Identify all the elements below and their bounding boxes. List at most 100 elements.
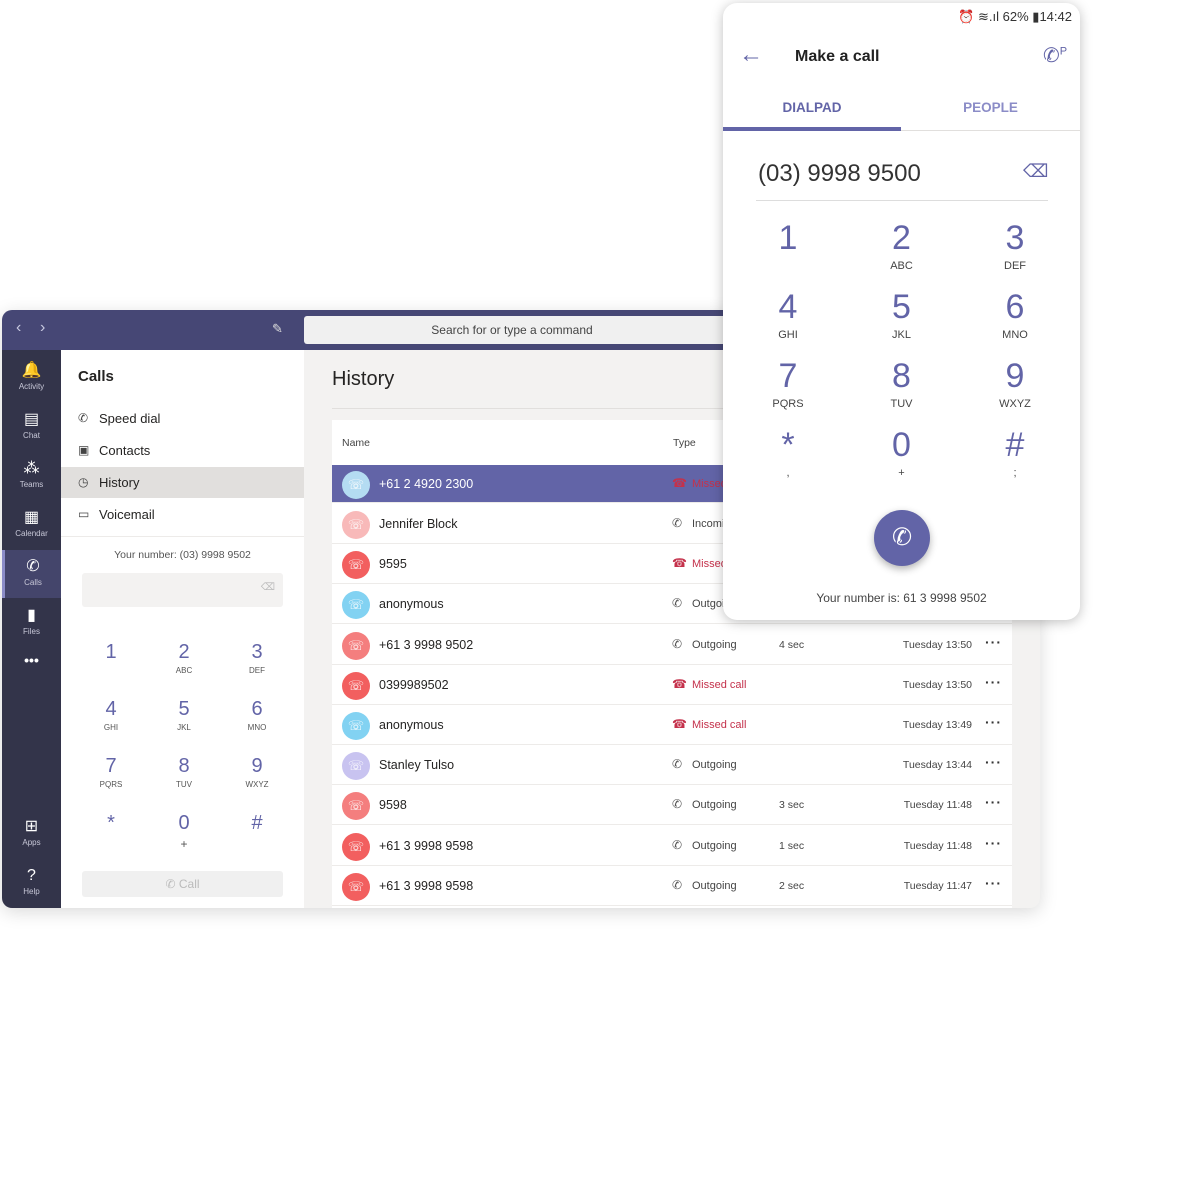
avatar: ☏	[342, 631, 370, 660]
phone-dialpad-key-6[interactable]: 7 PQRS	[748, 356, 828, 410]
call-button[interactable]: ✆ Call	[82, 871, 283, 897]
dialpad-key-8[interactable]: 9 WXYZ	[227, 754, 287, 789]
rail-item-calls[interactable]: ✆ Calls	[2, 550, 61, 598]
bell-icon: 🔔	[21, 362, 42, 379]
phone-dialpad-key-5[interactable]: 6 MNO	[975, 287, 1055, 341]
avatar: ☏	[342, 551, 370, 580]
table-row[interactable]: ☏ 9598 ✆ Outgoing 3 sec Tuesday 11:48 ··…	[332, 786, 1012, 826]
table-row[interactable]: ☏ +61 3 9998 9598 ✆ Outgoing 1 sec Tuesd…	[332, 826, 1012, 866]
backspace-icon[interactable]: ⌫	[1023, 161, 1048, 182]
dialpad-key-5[interactable]: 6 MNO	[227, 697, 287, 732]
avatar: ☏	[342, 471, 370, 499]
call-duration: 1 sec	[779, 839, 805, 852]
call-time: Tuesday 11:48	[903, 839, 972, 852]
dialed-number[interactable]: (03) 9998 9500	[758, 160, 921, 188]
more-options-button[interactable]: ···	[985, 835, 1002, 851]
missed-call-icon: ☎	[672, 717, 687, 731]
panel-item-history[interactable]: ◷ History	[61, 467, 304, 498]
call-type: Outgoing	[692, 839, 737, 852]
chat-icon: ▤	[23, 411, 40, 428]
phone-dialpad-key-7[interactable]: 8 TUV	[862, 356, 942, 410]
phone-dialpad-key-3[interactable]: 4 GHI	[748, 287, 828, 341]
phone-dialpad-key-11[interactable]: #;	[975, 425, 1055, 479]
dialpad-key-9[interactable]: *	[81, 811, 141, 837]
teams-icon: ⁂	[23, 460, 40, 477]
forward-button[interactable]: ›	[40, 319, 45, 337]
dialpad-key-10[interactable]: 0 +	[154, 811, 214, 851]
rail-item-chat[interactable]: ▤ Chat	[2, 403, 61, 451]
more-options-button[interactable]: ···	[985, 674, 1002, 690]
dialpad-key-11[interactable]: #	[227, 811, 287, 837]
more-options-button[interactable]: ···	[985, 754, 1002, 770]
avatar: ☏	[342, 832, 370, 861]
caller-name: +61 3 9998 9598	[379, 878, 474, 893]
more-apps-button[interactable]: •••	[2, 652, 61, 668]
more-options-button[interactable]: ···	[985, 634, 1002, 650]
call-duration: 4 sec	[779, 638, 805, 651]
mobile-phone: ⏰ ≋.ıl 62% ▮14:42 ← Make a call ✆P DIALP…	[723, 3, 1080, 620]
call-button[interactable]: ✆	[874, 510, 930, 566]
phone-dialpad-key-8[interactable]: 9 WXYZ	[975, 356, 1055, 410]
compose-icon[interactable]: ✎	[272, 321, 283, 337]
dialpad-key-7[interactable]: 8 TUV	[154, 754, 214, 789]
tab-people[interactable]: PEOPLE	[901, 93, 1080, 131]
rail-item-apps[interactable]: ⊞ Apps	[2, 810, 61, 858]
table-row[interactable]: ☏ Stanley Tulso ✆ Outgoing Tuesday 13:44…	[332, 746, 1012, 786]
panel-item-speed-dial[interactable]: ✆ Speed dial	[61, 403, 304, 434]
column-header-name[interactable]: Name	[342, 437, 370, 449]
more-options-button[interactable]: ···	[985, 714, 1002, 730]
dialpad-key-4[interactable]: 5 JKL	[154, 697, 214, 732]
voicemail-icon: ▭	[78, 507, 90, 521]
table-row[interactable]: ☏ anonymous ☎ Missed call Tuesday 13:49 …	[332, 706, 1012, 745]
signal-icon: .ıl	[988, 9, 1000, 24]
dialpad-key-0[interactable]: 1	[81, 640, 141, 666]
column-header-type[interactable]: Type	[673, 437, 696, 449]
more-options-button[interactable]: ···	[985, 875, 1002, 891]
rail-item-files[interactable]: ▮ Files	[2, 599, 61, 647]
table-row[interactable]: ☏ +61 3 9998 9598 ✆ Outgoing 2 sec Tuesd…	[332, 866, 1012, 906]
caller-name: anonymous	[379, 597, 444, 612]
tab-dialpad[interactable]: DIALPAD	[723, 93, 901, 131]
phone-dialpad-key-1[interactable]: 2 ABC	[862, 218, 942, 272]
dialpad-key-1[interactable]: 2 ABC	[154, 640, 214, 675]
phone-title: Make a call	[795, 48, 880, 65]
panel-item-contacts[interactable]: ▣ Contacts	[61, 435, 304, 466]
phone-dialpad-key-4[interactable]: 5 JKL	[862, 287, 942, 341]
phone-icon: ✆	[891, 524, 913, 551]
dialpad-key-2[interactable]: 3 DEF	[227, 640, 287, 675]
avatar: ☏	[342, 591, 370, 620]
call-duration: 3 sec	[779, 799, 805, 812]
caller-name: +61 3 9998 9598	[379, 838, 474, 853]
phone-dialpad-key-2[interactable]: 3 DEF	[975, 218, 1055, 272]
outgoing-call-icon: ✆	[672, 636, 683, 651]
call-type: Missed call	[692, 678, 747, 691]
outgoing-call-icon: ✆	[672, 596, 683, 611]
phone-icon: ✆	[26, 558, 40, 575]
call-time: Tuesday 11:47	[903, 879, 972, 892]
caller-name: 0399989502	[379, 677, 449, 692]
rail-item-activity[interactable]: 🔔 Activity	[2, 354, 61, 402]
phone-dialpad-key-9[interactable]: *,	[748, 425, 828, 479]
backspace-icon[interactable]: ⌫	[261, 582, 275, 593]
dialpad-key-3[interactable]: 4 GHI	[81, 697, 141, 732]
back-button[interactable]: ‹	[16, 319, 21, 337]
back-arrow-icon[interactable]: ←	[739, 41, 763, 69]
table-row[interactable]: ☏ 0399989502 ☎ Missed call Tuesday 13:50…	[332, 665, 1012, 705]
phone-dialpad-key-0[interactable]: 1	[748, 218, 828, 260]
rail-item-help[interactable]: ? Help	[2, 859, 61, 907]
more-options-button[interactable]: ···	[985, 794, 1002, 810]
number-input[interactable]: ⌫	[82, 573, 283, 607]
caller-name: Jennifer Block	[379, 517, 458, 531]
call-type: Outgoing	[692, 799, 737, 812]
rail-item-calendar[interactable]: ▦ Calendar	[2, 501, 61, 549]
panel-title: Calls	[78, 368, 114, 385]
call-time: Tuesday 13:44	[902, 759, 972, 772]
park-call-icon[interactable]: ✆P	[1043, 43, 1067, 68]
panel-item-voicemail[interactable]: ▭ Voicemail	[61, 499, 304, 530]
avatar: ☏	[342, 671, 370, 700]
phone-dialpad-key-10[interactable]: 0 +	[862, 425, 942, 479]
dialpad-key-6[interactable]: 7 PQRS	[81, 754, 141, 789]
missed-call-icon: ☎	[672, 556, 687, 571]
rail-item-teams[interactable]: ⁂ Teams	[2, 452, 61, 500]
table-row[interactable]: ☏ +61 3 9998 9502 ✆ Outgoing 4 sec Tuesd…	[332, 625, 1012, 665]
